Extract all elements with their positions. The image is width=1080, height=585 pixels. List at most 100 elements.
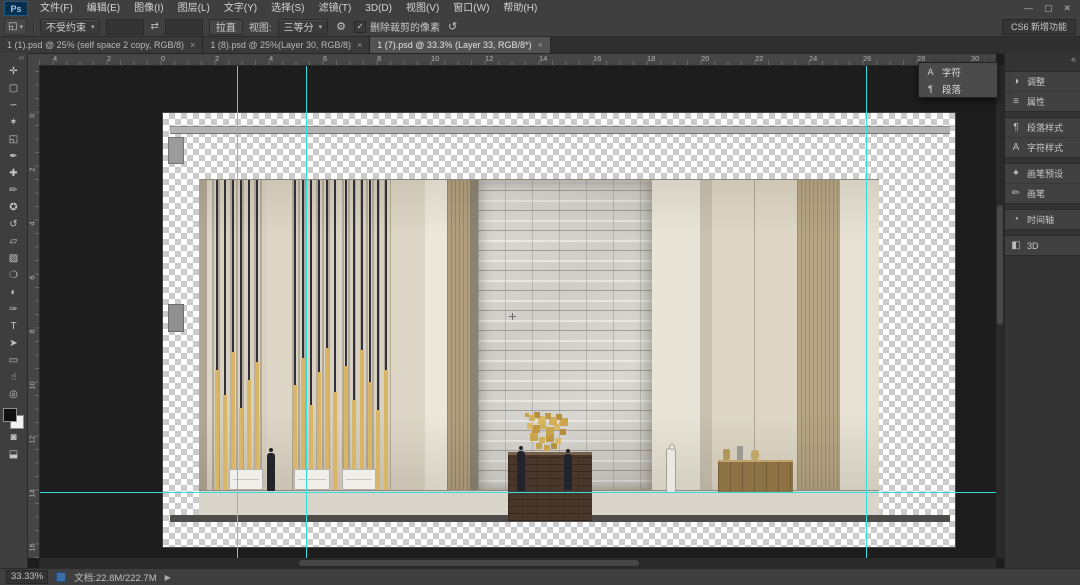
window-control-button[interactable]: — [1024, 0, 1033, 17]
horizontal-scrollbar-thumb[interactable] [299, 560, 639, 566]
menu-item[interactable]: 帮助(H) [496, 0, 544, 17]
flyout-panel-item[interactable]: A字符 [919, 63, 997, 80]
guide-vertical[interactable] [306, 65, 307, 558]
document-image[interactable] [163, 113, 955, 547]
tab-label: 1 (8).psd @ 25%(Layer 30, RGB/8) [210, 40, 351, 50]
crop-view-select[interactable]: 三等分 ▾ [278, 19, 329, 35]
workspace-switcher-button[interactable]: CS6 新增功能 [1002, 19, 1076, 35]
vertical-scrollbar-thumb[interactable] [997, 205, 1003, 325]
tab-close-icon[interactable]: × [357, 40, 362, 50]
tab-close-icon[interactable]: × [190, 40, 195, 50]
blur-tool[interactable]: ❍ [2, 267, 25, 284]
dodge-tool[interactable]: ◐ [2, 284, 25, 301]
brush-tool[interactable]: ✏ [2, 182, 25, 199]
crop-height-input[interactable] [165, 19, 203, 35]
menu-item[interactable]: 滤镜(T) [312, 0, 359, 17]
quick-selection-tool[interactable]: ✶ [2, 114, 25, 131]
history-brush-tool[interactable]: ↺ [2, 216, 25, 233]
wall-seam [470, 180, 478, 491]
lasso-tool[interactable]: ∽ [2, 97, 25, 114]
shape-tool[interactable]: ▭ [2, 352, 25, 369]
panel-icon: ✦ [1010, 168, 1022, 179]
move-tool[interactable]: ✛ [2, 63, 25, 80]
panel-icon: A [1010, 142, 1022, 153]
crop-aspect-select[interactable]: 不受约束 ▾ [40, 19, 101, 35]
ruler-number: 2 [107, 54, 111, 63]
collapsed-panel-button[interactable]: ≡属性 [1005, 92, 1080, 111]
healing-brush-tool[interactable]: ✚ [2, 165, 25, 182]
pen-tool[interactable]: ✑ [2, 301, 25, 318]
flyout-panel-item[interactable]: ¶段落 [919, 80, 997, 97]
menu-item[interactable]: 视图(V) [399, 0, 446, 17]
ruler-number: 10 [431, 54, 439, 63]
tabs: 1 (1).psd @ 25% (self space 2 copy, RGB/… [0, 36, 551, 53]
collapsed-panel-button[interactable]: ✏画笔 [1005, 184, 1080, 203]
straighten-button[interactable]: 拉直 [209, 19, 243, 35]
collapsed-panel-button[interactable]: ✦画笔预设 [1005, 164, 1080, 184]
document-tab[interactable]: 1 (1).psd @ 25% (self space 2 copy, RGB/… [0, 36, 203, 53]
horizontal-scrollbar[interactable] [39, 558, 996, 568]
swap-dimensions-icon[interactable]: ⇄ [150, 21, 158, 32]
panel-label: 字符样式 [1027, 141, 1063, 154]
person-figure [564, 454, 572, 490]
collapse-dock-button[interactable]: « [1005, 53, 1080, 66]
guide-vertical[interactable] [237, 65, 238, 558]
tab-close-icon[interactable]: × [538, 40, 543, 50]
document-size-info: 文档:22.8M/222.7M [74, 570, 156, 584]
ruler-number: 2 [215, 54, 219, 63]
delete-cropped-pixels-checkbox[interactable]: ✓ 删除裁剪的像素 [354, 19, 440, 34]
panel-group: ✦画笔预设✏画笔 [1005, 163, 1080, 204]
menu-item[interactable]: 图像(I) [127, 0, 170, 17]
person-figure [517, 451, 525, 491]
zoom-tool[interactable]: ◎ [2, 386, 25, 403]
marquee-tool[interactable]: ▢ [2, 80, 25, 97]
collapsed-panel-button[interactable]: ◔时间轴 [1005, 210, 1080, 229]
collapsed-panel-button[interactable]: ◧3D [1005, 236, 1080, 255]
document-tab[interactable]: 1 (7).psd @ 33.3% (Layer 33, RGB/8*)× [370, 36, 550, 53]
quick-mask-button[interactable]: ◙ [2, 429, 25, 446]
path-selection-tool[interactable]: ➤ [2, 335, 25, 352]
menu-item[interactable]: 文字(Y) [217, 0, 264, 17]
collapsed-panel-button[interactable]: A 字符样式 [1005, 138, 1080, 157]
crop-width-input[interactable] [106, 19, 144, 35]
ruler-number: 16 [28, 543, 37, 553]
hand-tool[interactable]: ☝ [2, 369, 25, 386]
ruler-number: 0 [161, 54, 165, 63]
status-expand-icon[interactable]: ▶ [165, 573, 171, 582]
ceiling-section-line [170, 126, 950, 134]
menu-item[interactable]: 选择(S) [264, 0, 311, 17]
zoom-level-field[interactable]: 33.33% [6, 570, 48, 584]
menu-item[interactable]: 图层(L) [171, 0, 217, 17]
guide-vertical[interactable] [866, 65, 867, 558]
crop-tool[interactable]: ◱ [2, 131, 25, 148]
panel-label: 画笔 [1027, 187, 1045, 200]
collapsed-panel-button[interactable]: ¶段落样式 [1005, 118, 1080, 138]
type-tool[interactable]: T [2, 318, 25, 335]
menu-item[interactable]: 编辑(E) [80, 0, 127, 17]
menu-item[interactable]: 文件(F) [33, 0, 80, 17]
document-tab[interactable]: 1 (8).psd @ 25%(Layer 30, RGB/8) × [203, 36, 370, 53]
status-bar: 33.33% 文档:22.8M/222.7M ▶ [0, 568, 1080, 585]
clone-stamp-tool[interactable]: ✪ [2, 199, 25, 216]
menu-item[interactable]: 窗口(W) [446, 0, 496, 17]
vertical-scrollbar[interactable] [996, 65, 1004, 558]
guide-horizontal[interactable] [39, 492, 996, 493]
gradient-tool[interactable]: ▨ [2, 250, 25, 267]
reset-icon[interactable]: ↺ [446, 20, 459, 33]
top-ruler[interactable]: 42024681012141618202224262830 [39, 53, 996, 66]
delete-cropped-pixels-label: 删除裁剪的像素 [370, 19, 440, 34]
window-control-button[interactable]: ✕ [1063, 0, 1071, 17]
toolbar-expander[interactable]: ‹‹ [19, 53, 27, 63]
foreground-color-swatch[interactable] [3, 408, 17, 422]
tool-preset-picker[interactable]: ◱ ▾ [4, 18, 27, 35]
collapsed-panel-button[interactable]: ◑调整 [1005, 72, 1080, 92]
window-control-button[interactable]: ▢ [1044, 0, 1053, 17]
pendant-light [385, 180, 387, 370]
gear-icon[interactable]: ⚙ [334, 20, 348, 33]
tools-panel: ‹‹ ✛▢∽✶◱✒✚✏✪↺▱▨❍◐✑T➤▭☝◎ ◙⬓ [0, 53, 28, 568]
left-ruler[interactable]: 0246810121416 [27, 65, 40, 558]
eyedropper-tool[interactable]: ✒ [2, 148, 25, 165]
menu-item[interactable]: 3D(D) [358, 0, 399, 17]
screen-mode-button[interactable]: ⬓ [2, 446, 25, 463]
eraser-tool[interactable]: ▱ [2, 233, 25, 250]
